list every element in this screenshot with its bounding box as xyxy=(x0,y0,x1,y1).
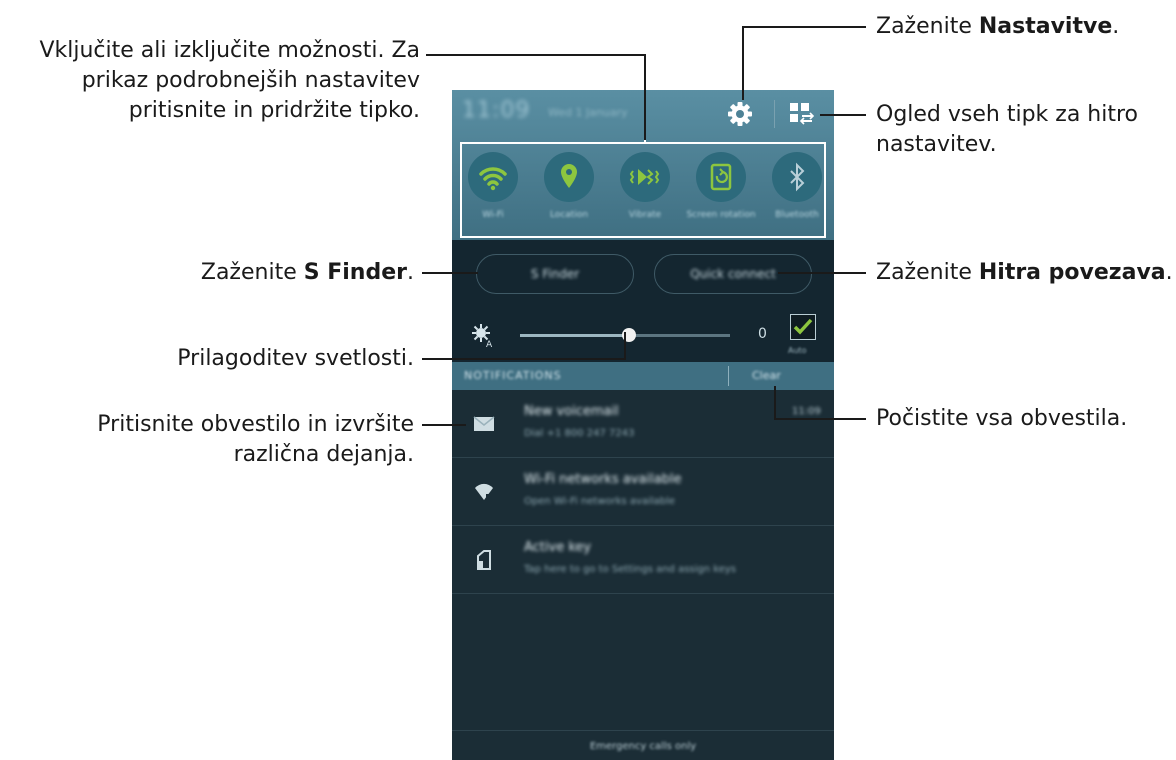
wifi-icon xyxy=(468,152,518,202)
leader-line xyxy=(422,272,478,274)
brightness-icon: A xyxy=(470,322,496,350)
notification-item[interactable]: New voicemail Dial +1 800 247 7243 11:09 xyxy=(452,390,834,458)
callout-brightness: Prilagoditev svetlosti. xyxy=(177,346,414,371)
date: Wed 1 January xyxy=(548,106,628,119)
wifi-signal-icon xyxy=(472,480,496,504)
brightness-value: 0 xyxy=(758,326,767,342)
callout-settings: Zaženite Nastavitve. xyxy=(876,14,1120,39)
clear-button[interactable]: Clear xyxy=(752,369,781,382)
leader-line xyxy=(624,332,626,360)
notification-item[interactable]: Active key Tap here to go to Settings an… xyxy=(452,526,834,594)
s-finder-button[interactable]: S Finder xyxy=(476,254,634,294)
quick-setting-toggles: Wi-Fi Location Vibrate Screen rotation B… xyxy=(460,142,826,238)
callout-notification: Pritisnite obvestilo in izvršite različn… xyxy=(97,412,414,467)
divider xyxy=(774,100,775,128)
auto-label: Auto xyxy=(788,346,807,355)
leader-line xyxy=(742,26,866,28)
toggle-screen-rotation[interactable]: Screen rotation xyxy=(686,150,756,234)
leader-line xyxy=(774,418,866,420)
callout-clear: Počistite vsa obvestila. xyxy=(876,406,1128,431)
quick-connect-button[interactable]: Quick connect xyxy=(654,254,812,294)
leader-line xyxy=(422,358,626,360)
divider xyxy=(728,366,729,386)
brightness-slider-fill xyxy=(520,334,630,337)
gear-icon[interactable] xyxy=(726,100,754,128)
toggle-bluetooth[interactable]: Bluetooth xyxy=(770,150,824,234)
bottom-bar: Emergency calls only xyxy=(452,730,834,760)
toggle-wifi[interactable]: Wi-Fi xyxy=(466,150,520,234)
callout-quick-buttons: Ogled vseh tipk za hitro nastavitev. xyxy=(876,102,1139,157)
quick-settings-panel: 11:09 Wed 1 January Wi-Fi Location Vibra… xyxy=(452,90,834,240)
mail-icon xyxy=(472,412,496,436)
rotation-icon xyxy=(696,152,746,202)
bluetooth-icon xyxy=(772,152,822,202)
notifications-title: NOTIFICATIONS xyxy=(464,369,562,382)
leader-line xyxy=(422,424,466,426)
notifications-header: NOTIFICATIONS Clear xyxy=(452,362,834,390)
auto-brightness-checkbox[interactable] xyxy=(790,314,816,340)
callout-s-finder: Zaženite S Finder. xyxy=(200,260,414,285)
toggle-vibrate[interactable]: Vibrate xyxy=(618,150,672,234)
leader-line xyxy=(644,140,646,142)
grid-swap-icon[interactable] xyxy=(788,100,818,128)
leader-line xyxy=(644,54,646,142)
leader-line xyxy=(742,26,744,100)
leader-line xyxy=(778,272,866,274)
toggle-location[interactable]: Location xyxy=(542,150,596,234)
quick-buttons-row: S Finder Quick connect xyxy=(452,240,834,306)
callout-quick-connect: Zaženite Hitra povezava. xyxy=(876,260,1173,285)
notification-panel: 11:09 Wed 1 January Wi-Fi Location Vibra… xyxy=(452,90,834,760)
key-icon xyxy=(472,548,496,572)
leader-line xyxy=(820,114,866,116)
brightness-row: A 0 Auto xyxy=(452,306,834,362)
status-row: 11:09 Wed 1 January xyxy=(452,90,834,136)
emergency-calls-text: Emergency calls only xyxy=(589,741,697,752)
check-icon xyxy=(793,318,813,335)
leader-line xyxy=(774,386,776,420)
svg-text:A: A xyxy=(486,340,493,348)
vibrate-icon xyxy=(620,152,670,202)
callout-toggles: Vključite ali izključite možnosti. Za pr… xyxy=(39,38,420,123)
clock: 11:09 xyxy=(462,98,531,123)
notification-item[interactable]: Wi-Fi networks available Open Wi-Fi netw… xyxy=(452,458,834,526)
location-icon xyxy=(544,152,594,202)
leader-line xyxy=(426,54,646,56)
